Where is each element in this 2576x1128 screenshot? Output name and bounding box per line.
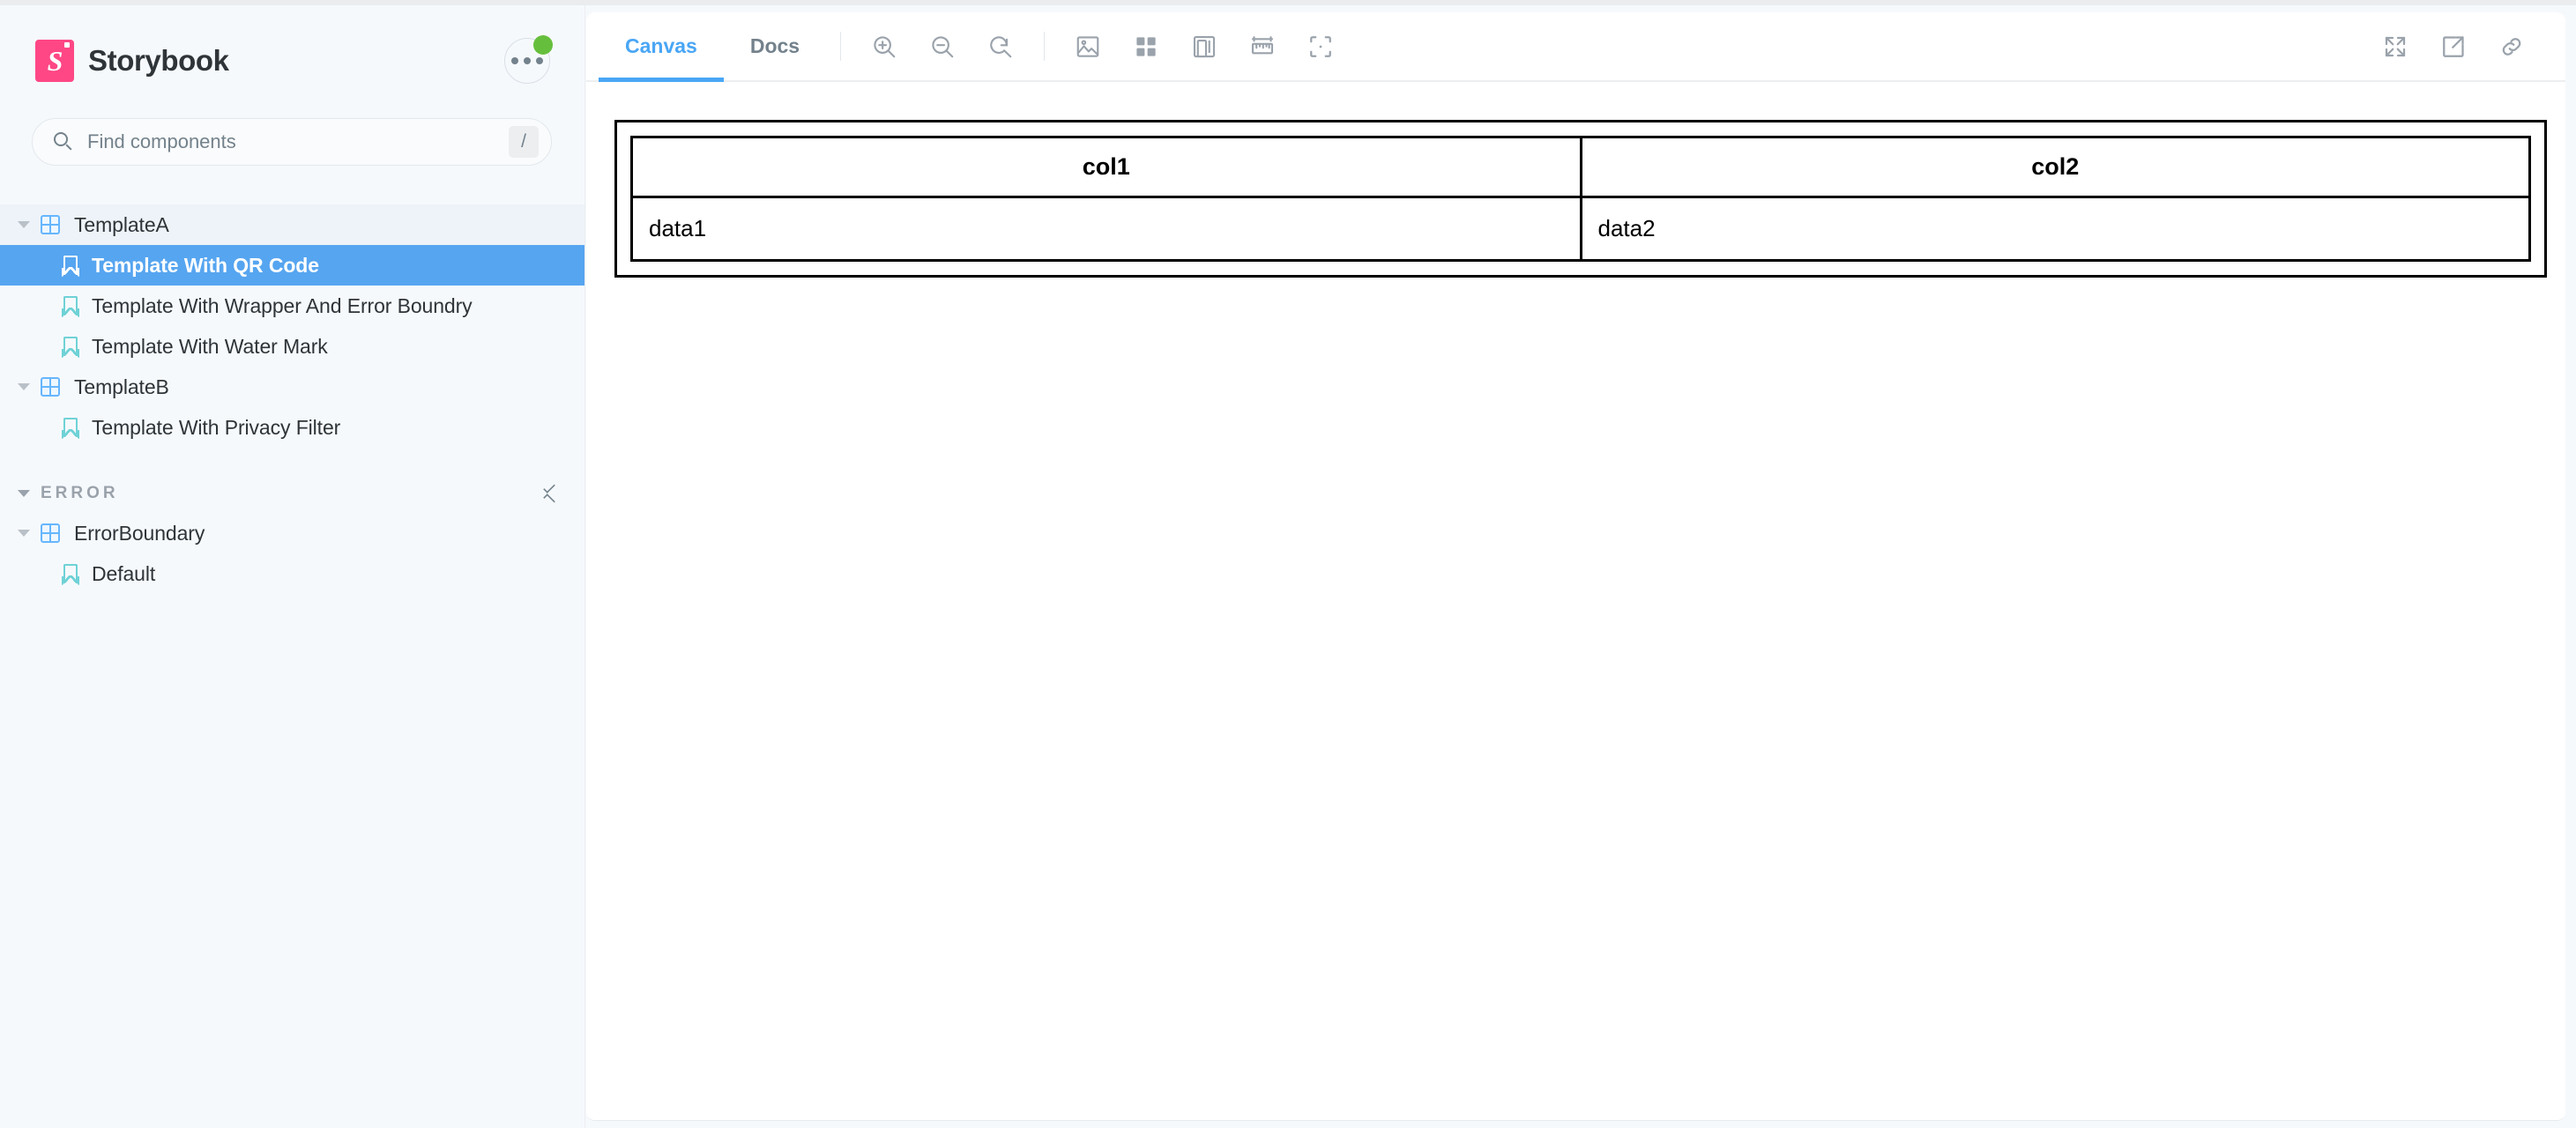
story-icon <box>63 256 78 275</box>
story-icon <box>63 296 78 315</box>
tree-item-label: Template With QR Code <box>92 253 319 277</box>
search-shortcut-key: / <box>509 126 539 158</box>
tree-item-label: Template With Privacy Filter <box>92 415 341 439</box>
dot-2-icon <box>524 57 531 64</box>
open-in-new-tab-icon[interactable] <box>2428 21 2479 72</box>
chevron-down-icon[interactable] <box>18 221 30 228</box>
table-header-cell: col1 <box>630 136 1582 198</box>
component-icon <box>41 523 60 543</box>
tree-item-label: TemplateB <box>74 375 169 398</box>
ruler-icon[interactable] <box>1237 21 1288 72</box>
table-cell: data2 <box>1579 196 2531 262</box>
tree-item-label: TemplateA <box>74 212 169 236</box>
search-box[interactable]: / <box>32 118 552 166</box>
tab-docs-label: Docs <box>749 34 800 57</box>
table-cell: data1 <box>630 196 1582 262</box>
tree-item-template-with-water-mark[interactable]: Template With Water Mark <box>0 326 584 367</box>
chevron-down-icon[interactable] <box>18 490 30 497</box>
toolbar-divider <box>1044 32 1046 61</box>
search-input[interactable] <box>87 130 509 153</box>
data-table: col1 col2 data1 data2 <box>630 136 2531 262</box>
tree-item-label: ErrorBoundary <box>74 521 205 545</box>
toolbar-divider <box>840 32 842 61</box>
update-badge <box>533 35 553 55</box>
grid-icon[interactable] <box>1120 21 1172 72</box>
tab-canvas-label: Canvas <box>625 34 697 57</box>
preview-toolbar: Canvas Docs <box>586 12 2565 82</box>
sidebar: S Storybook / TemplateA <box>0 5 585 1128</box>
storybook-logo-icon: S <box>35 40 74 82</box>
zoom-controls <box>855 12 1030 80</box>
tree-item-label: Default <box>92 561 156 585</box>
tree-item-templatea[interactable]: TemplateA <box>0 204 584 245</box>
background-image-icon[interactable] <box>1062 21 1113 72</box>
viewport-icon[interactable] <box>1179 21 1230 72</box>
zoom-out-icon[interactable] <box>917 21 968 72</box>
table-wrapper: col1 col2 data1 data2 <box>614 120 2547 278</box>
logo-letter: S <box>47 45 63 77</box>
tab-canvas[interactable]: Canvas <box>599 12 724 82</box>
table-header-row: col1 col2 <box>630 136 2531 198</box>
component-icon <box>41 215 60 234</box>
storybook-app: S Storybook / TemplateA <box>0 0 2576 1128</box>
outline-icon[interactable] <box>1295 21 1346 72</box>
story-icon <box>63 337 78 356</box>
tree-section-gap <box>0 448 584 474</box>
dot-3-icon <box>536 57 543 64</box>
tree-item-default[interactable]: Default <box>0 553 584 594</box>
tree-item-label: Template With Water Mark <box>92 334 328 358</box>
brand[interactable]: S Storybook <box>35 40 229 82</box>
fullscreen-icon[interactable] <box>2370 21 2421 72</box>
table-header-cell: col2 <box>1579 136 2531 198</box>
toolbar-right-controls <box>2366 12 2565 80</box>
dot-1-icon <box>511 57 518 64</box>
canvas-preview: col1 col2 data1 data2 <box>586 84 2565 1120</box>
tree-item-templateb[interactable]: TemplateB <box>0 367 584 407</box>
tree-item-errorboundary[interactable]: ErrorBoundary <box>0 513 584 553</box>
copy-link-icon[interactable] <box>2486 21 2537 72</box>
main-panel: Canvas Docs col1 col2 data1 data2 <box>586 12 2565 1121</box>
more-options-button[interactable] <box>504 35 553 84</box>
tree-item-template-with-privacy-filter[interactable]: Template With Privacy Filter <box>0 407 584 448</box>
table-body: data1 data2 <box>630 196 2531 262</box>
chevron-down-icon[interactable] <box>18 383 30 390</box>
addon-controls <box>1059 12 1350 80</box>
table-head: col1 col2 <box>630 136 2531 198</box>
sidebar-header: S Storybook <box>35 35 553 86</box>
component-icon <box>41 377 60 397</box>
tree-group-label: ERROR <box>41 484 119 502</box>
tree-item-template-with-wrapper-and-error-boundry[interactable]: Template With Wrapper And Error Boundry <box>0 286 584 326</box>
tab-docs[interactable]: Docs <box>724 12 826 80</box>
story-icon <box>63 564 78 583</box>
component-tree: TemplateA Template With QR Code Template… <box>0 204 584 594</box>
story-icon <box>63 418 78 437</box>
tree-group-error[interactable]: ERROR <box>0 474 584 513</box>
brand-name: Storybook <box>88 44 229 77</box>
zoom-reset-icon[interactable] <box>975 21 1026 72</box>
tree-item-template-with-qr-code[interactable]: Template With QR Code <box>0 245 584 286</box>
chevron-down-icon[interactable] <box>18 530 30 537</box>
table-row: data1 data2 <box>630 196 2531 262</box>
collapse-all-icon[interactable] <box>539 481 562 506</box>
zoom-in-icon[interactable] <box>859 21 910 72</box>
tree-item-label: Template With Wrapper And Error Boundry <box>92 293 473 317</box>
search-icon <box>54 132 73 152</box>
